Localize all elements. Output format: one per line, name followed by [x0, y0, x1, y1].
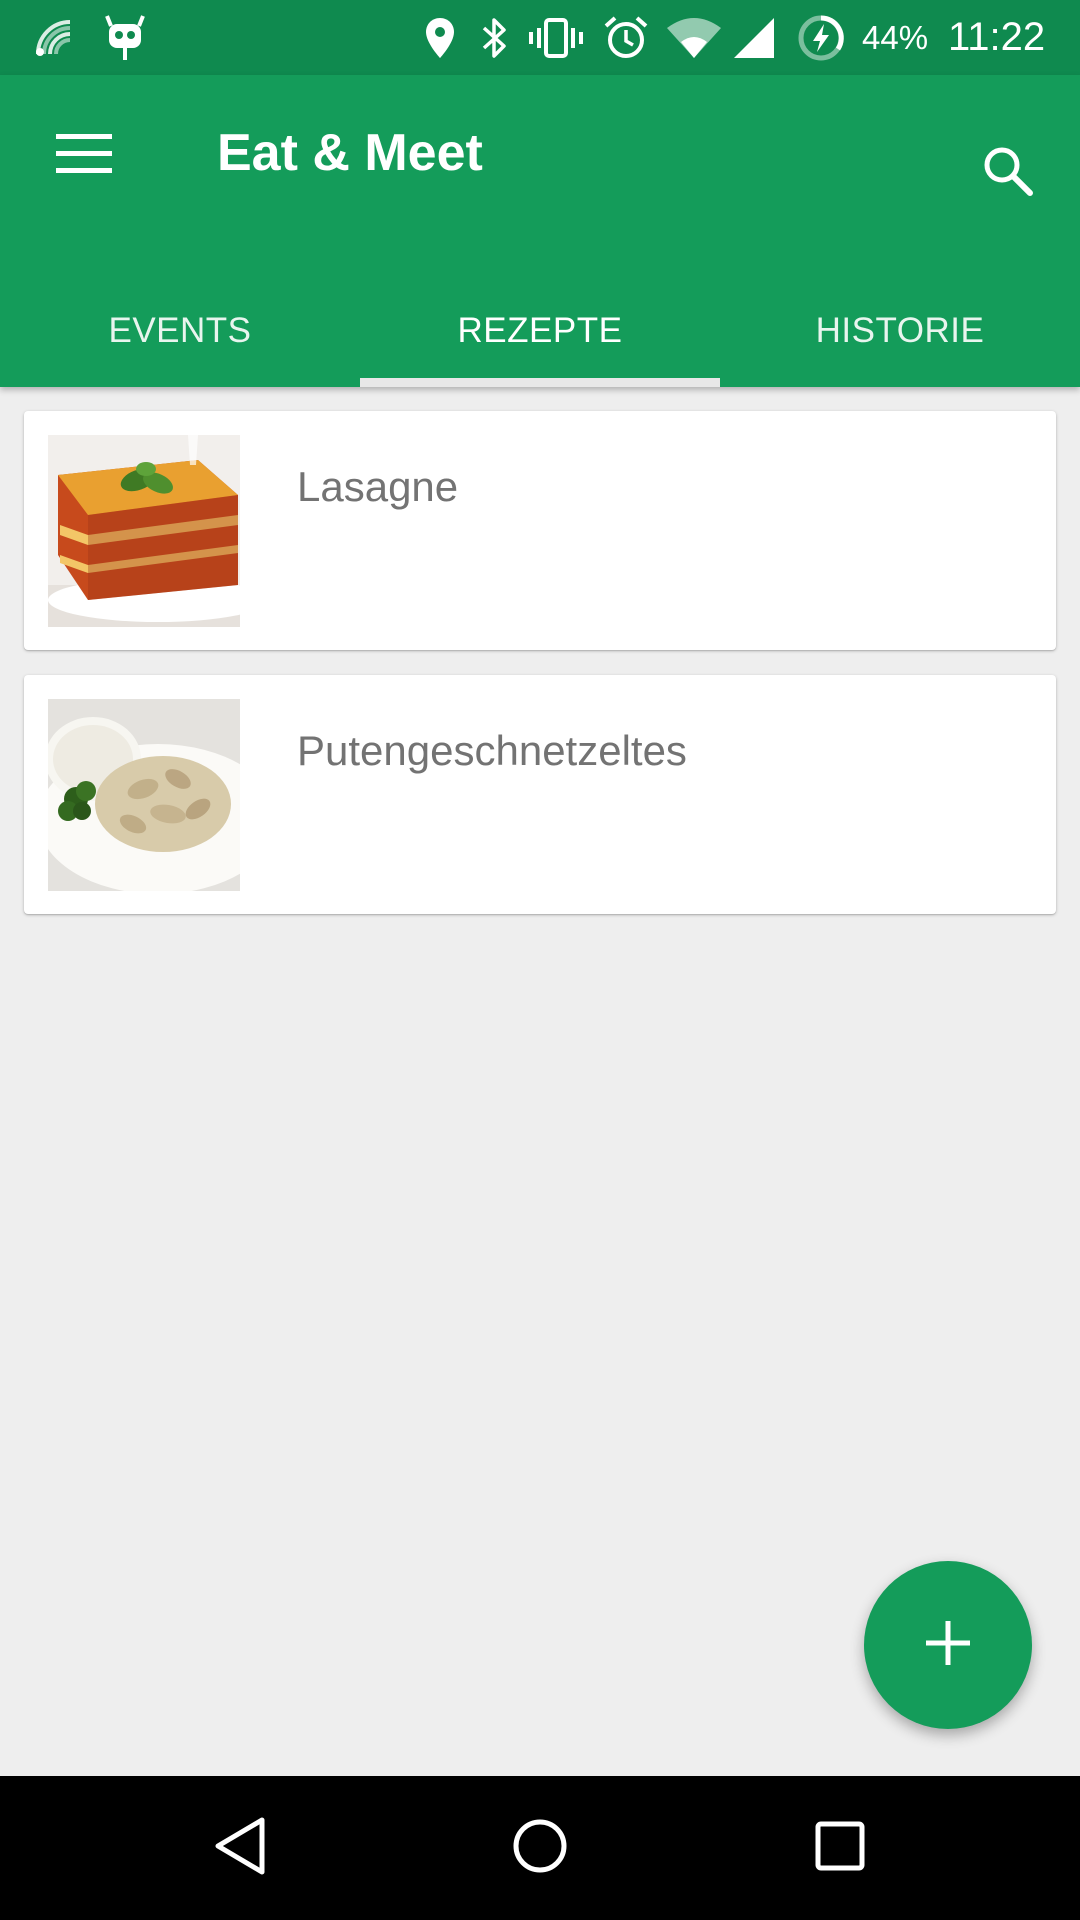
android-debug-icon [100, 0, 150, 75]
battery-percent: 44% [862, 18, 929, 56]
tab-indicator [360, 378, 720, 387]
recipe-title: Lasagne [297, 463, 459, 510]
tab-label: HISTORIE [815, 311, 985, 350]
home-icon [510, 1816, 570, 1881]
location-icon [418, 0, 462, 75]
status-bar: 44% 11:22 [0, 0, 1080, 75]
battery-charging-icon [796, 0, 846, 75]
back-icon [212, 1816, 268, 1881]
bluetooth-icon [474, 0, 514, 75]
cell-signal-icon [730, 0, 778, 75]
recipe-list: Lasagne Putengeschnetzeltes [24, 411, 1056, 939]
recipe-title: Putengeschnetzeltes [297, 727, 687, 774]
tab-bar: EVENTS REZEPTE HISTORIE [0, 275, 1080, 387]
recipe-card-putengeschnetzeltes[interactable]: Putengeschnetzeltes [24, 675, 1056, 914]
recents-icon [813, 1819, 867, 1878]
plus-icon [924, 1619, 972, 1672]
recents-button[interactable] [770, 1776, 910, 1920]
tab-label: REZEPTE [457, 311, 623, 350]
app-bar: Eat & Meet EVENTS REZEPTE HISTORIE [0, 75, 1080, 387]
system-nav-bar [0, 1776, 1080, 1920]
cast-signal-icon [24, 0, 84, 75]
add-recipe-button[interactable] [864, 1561, 1032, 1729]
tab-rezepte[interactable]: REZEPTE [360, 275, 720, 387]
tab-historie[interactable]: HISTORIE [720, 275, 1080, 387]
vibrate-icon [526, 0, 586, 75]
hamburger-menu-icon [56, 133, 112, 179]
wifi-icon [664, 0, 724, 75]
tab-events[interactable]: EVENTS [0, 275, 360, 387]
back-button[interactable] [170, 1776, 310, 1920]
home-button[interactable] [470, 1776, 610, 1920]
tab-label: EVENTS [108, 311, 252, 350]
recipe-card-lasagne[interactable]: Lasagne [24, 411, 1056, 650]
search-button[interactable] [960, 125, 1056, 221]
recipe-thumbnail [48, 435, 240, 627]
alarm-icon [600, 0, 652, 75]
recipe-thumbnail [48, 699, 240, 891]
menu-button[interactable] [38, 115, 130, 197]
app-title: Eat & Meet [217, 124, 483, 182]
clock: 11:22 [948, 15, 1046, 59]
search-icon [980, 143, 1036, 204]
